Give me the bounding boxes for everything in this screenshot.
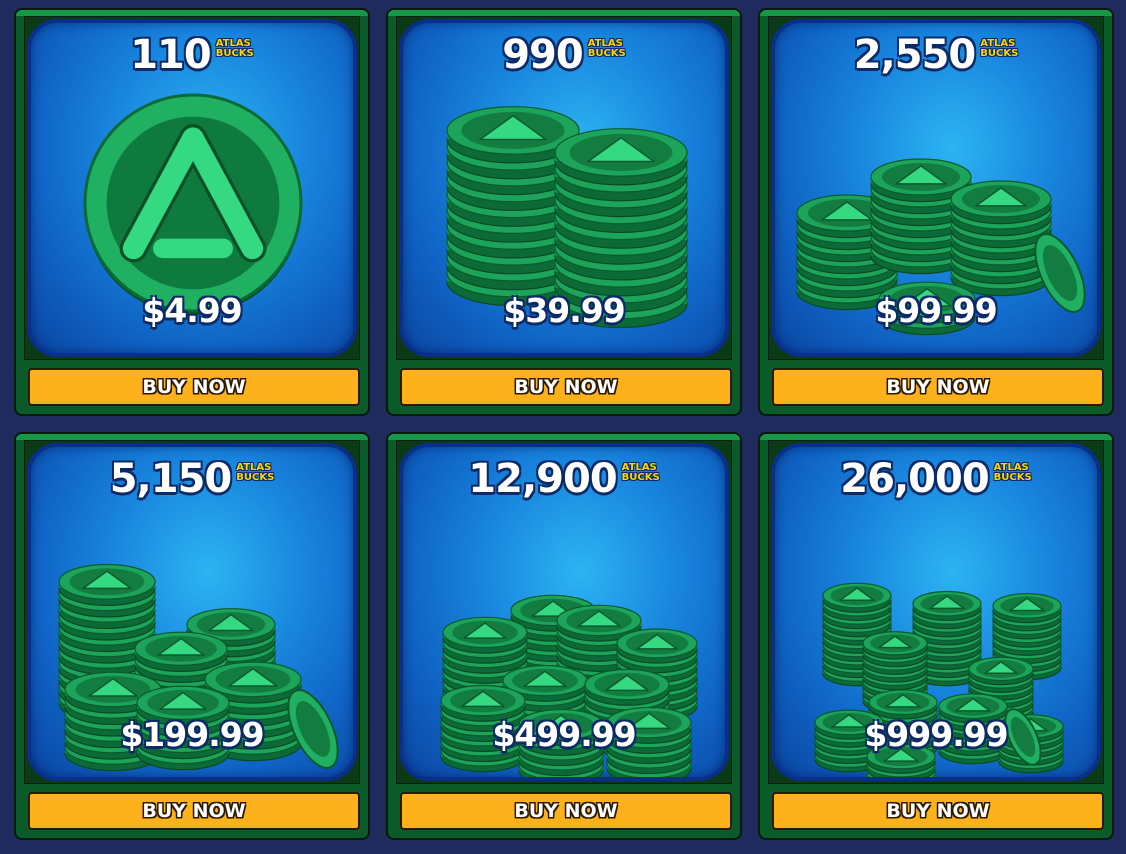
- pack-panel: 12,900 ATLAS BUCKS $499.99: [396, 440, 732, 784]
- pack-display[interactable]: 26,000 ATLAS BUCKS $999.99: [771, 443, 1101, 781]
- pack-panel: 990 ATLAS BUCKS $39.99: [396, 16, 732, 360]
- pack-display[interactable]: 990 ATLAS BUCKS $39.99: [399, 19, 729, 357]
- buy-now-button[interactable]: BUY NOW: [400, 368, 732, 406]
- buy-now-button[interactable]: BUY NOW: [400, 792, 732, 830]
- atlas-bucks-store: 110 ATLAS BUCKS $4.99 BUY NOW 990 ATLAS BU…: [0, 0, 1126, 854]
- pack-card: 5,150 ATLAS BUCKS $199.99 BUY NOW: [14, 432, 370, 840]
- buy-now-button[interactable]: BUY NOW: [28, 368, 360, 406]
- pack-display[interactable]: 2,550 ATLAS BUCKS $99.99: [771, 19, 1101, 357]
- pack-display[interactable]: 110 ATLAS BUCKS $4.99: [27, 19, 357, 357]
- pack-price: $99.99: [875, 291, 997, 330]
- pack-card: 2,550 ATLAS BUCKS $99.99 BUY NOW: [758, 8, 1114, 416]
- pack-card: 26,000 ATLAS BUCKS $999.99 BUY NOW: [758, 432, 1114, 840]
- buy-now-button[interactable]: BUY NOW: [772, 792, 1104, 830]
- pack-display[interactable]: 12,900 ATLAS BUCKS $499.99: [399, 443, 729, 781]
- pack-panel: 110 ATLAS BUCKS $4.99: [24, 16, 360, 360]
- pack-panel: 2,550 ATLAS BUCKS $99.99: [768, 16, 1104, 360]
- pack-price: $499.99: [492, 715, 636, 754]
- pack-panel: 5,150 ATLAS BUCKS $199.99: [24, 440, 360, 784]
- pack-price: $199.99: [120, 715, 264, 754]
- buy-now-button[interactable]: BUY NOW: [772, 368, 1104, 406]
- buy-now-button[interactable]: BUY NOW: [28, 792, 360, 830]
- pack-panel: 26,000 ATLAS BUCKS $999.99: [768, 440, 1104, 784]
- pack-display[interactable]: 5,150 ATLAS BUCKS $199.99: [27, 443, 357, 781]
- pack-card: 990 ATLAS BUCKS $39.99 BUY NOW: [386, 8, 742, 416]
- pack-card: 110 ATLAS BUCKS $4.99 BUY NOW: [14, 8, 370, 416]
- pack-price: $39.99: [503, 291, 625, 330]
- pack-card: 12,900 ATLAS BUCKS $499.99 BUY NOW: [386, 432, 742, 840]
- pack-price: $999.99: [864, 715, 1008, 754]
- pack-price: $4.99: [142, 291, 242, 330]
